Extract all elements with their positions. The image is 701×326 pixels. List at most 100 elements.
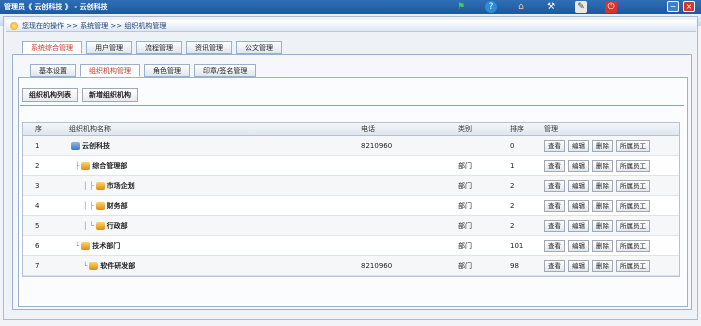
employees-button[interactable]: 所属员工 xyxy=(616,259,650,272)
row-actions: 查看 编辑 删除 所属员工 xyxy=(544,176,650,195)
view-button[interactable]: 查看 xyxy=(544,219,565,232)
window-title: 管理员《 云创科技 》 - 云创科技 xyxy=(4,3,108,11)
view-button[interactable]: 查看 xyxy=(544,179,565,192)
delete-button[interactable]: 删除 xyxy=(592,239,613,252)
org-name: 行政部 xyxy=(106,221,128,230)
row-type: 部门 xyxy=(458,241,472,250)
row-name-cell: │ ├ 财务部 xyxy=(69,196,128,215)
delete-button[interactable]: 删除 xyxy=(592,219,613,232)
edit-button[interactable]: 编辑 xyxy=(568,199,589,212)
department-icon xyxy=(81,161,91,170)
company-icon xyxy=(71,141,80,150)
view-button[interactable]: 查看 xyxy=(544,259,565,272)
row-actions: 查看 编辑 删除 所属员工 xyxy=(544,156,650,175)
tools-icon[interactable]: ⚒ xyxy=(545,1,557,13)
employees-button[interactable]: 所属员工 xyxy=(616,179,650,192)
tab-documents[interactable]: 公文管理 xyxy=(236,41,282,54)
employees-button[interactable]: 所属员工 xyxy=(616,159,650,172)
employees-button[interactable]: 所属员工 xyxy=(616,219,650,232)
row-no: 3 xyxy=(35,181,40,190)
org-name: 财务部 xyxy=(106,201,128,210)
table-row: 5 │ └ 行政部 部门 2 查看 编辑 删除 所属员工 xyxy=(23,216,679,236)
row-no: 6 xyxy=(35,241,40,250)
header-name: 组织机构名称 xyxy=(69,125,111,133)
tree-connector: └ xyxy=(75,241,80,250)
location-icon xyxy=(10,21,18,30)
edit-button[interactable]: 编辑 xyxy=(568,259,589,272)
delete-button[interactable]: 删除 xyxy=(592,159,613,172)
row-type: 部门 xyxy=(458,261,472,270)
tab-news[interactable]: 资讯管理 xyxy=(186,41,232,54)
help-icon[interactable]: ? xyxy=(485,1,497,13)
divider xyxy=(20,105,684,106)
org-name: 技术部门 xyxy=(92,241,121,250)
header-manage: 管理 xyxy=(544,125,558,133)
tab-basic-settings[interactable]: 基本设置 xyxy=(30,64,76,77)
delete-button[interactable]: 删除 xyxy=(592,259,613,272)
header-no: 序 xyxy=(35,125,42,133)
view-button[interactable]: 查看 xyxy=(544,139,565,152)
close-icon[interactable]: × xyxy=(683,1,695,12)
breadcrumb-text: 您现在的操作 >> 系统管理 >> 组织机构管理 xyxy=(22,21,167,30)
home-icon[interactable]: ⌂ xyxy=(515,1,527,13)
row-sort: 1 xyxy=(510,161,515,170)
tab-seal-management[interactable]: 印章/签名管理 xyxy=(194,64,257,77)
department-icon xyxy=(95,181,105,190)
employees-button[interactable]: 所属员工 xyxy=(616,239,650,252)
edit-button[interactable]: 编辑 xyxy=(568,239,589,252)
flag-icon[interactable]: ⚑ xyxy=(455,1,467,13)
main-tabs: 系统综合管理 用户管理 流程管理 资讯管理 公文管理 xyxy=(22,41,282,54)
action-bar: 组织机构列表 新增组织机构 xyxy=(22,88,138,102)
row-type: 部门 xyxy=(458,161,472,170)
tab-role-management[interactable]: 角色管理 xyxy=(144,64,190,77)
table-row: 4 │ ├ 财务部 部门 2 查看 编辑 删除 所属员工 xyxy=(23,196,679,216)
org-table: 序 组织机构名称 电话 类别 排序 管理 1 云创科技 8210960 0 查看 编辑 删除… xyxy=(22,122,680,277)
edit-icon[interactable]: ✎ xyxy=(575,1,587,13)
row-no: 1 xyxy=(35,141,40,150)
tab-workflow[interactable]: 流程管理 xyxy=(136,41,182,54)
department-icon xyxy=(95,221,105,230)
row-sort: 2 xyxy=(510,181,515,190)
tree-connector: │ ├ xyxy=(83,181,94,190)
tab-org-management[interactable]: 组织机构管理 xyxy=(80,64,140,77)
row-type: 部门 xyxy=(458,201,472,210)
edit-button[interactable]: 编辑 xyxy=(568,139,589,152)
org-name: 云创科技 xyxy=(82,141,110,150)
delete-button[interactable]: 删除 xyxy=(592,139,613,152)
view-button[interactable]: 查看 xyxy=(544,239,565,252)
tab-users[interactable]: 用户管理 xyxy=(86,41,132,54)
row-sort: 2 xyxy=(510,201,515,210)
table-row: 7 └ 软件研发部 8210960 部门 98 查看 编辑 删除 所属员工 xyxy=(23,256,679,276)
minimize-icon[interactable]: − xyxy=(667,1,679,12)
row-no: 2 xyxy=(35,161,40,170)
edit-button[interactable]: 编辑 xyxy=(568,219,589,232)
tab-system[interactable]: 系统综合管理 xyxy=(22,41,82,54)
row-actions: 查看 编辑 删除 所属员工 xyxy=(544,216,650,235)
employees-button[interactable]: 所属员工 xyxy=(616,199,650,212)
row-actions: 查看 编辑 删除 所属员工 xyxy=(544,236,650,255)
delete-button[interactable]: 删除 xyxy=(592,199,613,212)
edit-button[interactable]: 编辑 xyxy=(568,159,589,172)
org-list-button[interactable]: 组织机构列表 xyxy=(22,88,78,102)
row-type: 部门 xyxy=(458,181,472,190)
delete-button[interactable]: 删除 xyxy=(592,179,613,192)
row-name-cell: └ 技术部门 xyxy=(69,236,120,255)
row-actions: 查看 编辑 删除 所属员工 xyxy=(544,256,650,275)
row-actions: 查看 编辑 删除 所属员工 xyxy=(544,136,650,155)
tree-connector: └ xyxy=(83,261,88,270)
header-sort: 排序 xyxy=(510,125,524,133)
view-button[interactable]: 查看 xyxy=(544,199,565,212)
view-button[interactable]: 查看 xyxy=(544,159,565,172)
add-org-button[interactable]: 新增组织机构 xyxy=(82,88,138,102)
title-bar: 管理员《 云创科技 》 - 云创科技 ⚑ ? ⌂ ⚒ ✎ ⏻ − × xyxy=(0,0,701,14)
row-no: 4 xyxy=(35,201,40,210)
employees-button[interactable]: 所属员工 xyxy=(616,139,650,152)
row-phone: 8210960 xyxy=(361,261,393,270)
edit-button[interactable]: 编辑 xyxy=(568,179,589,192)
row-type: 部门 xyxy=(458,221,472,230)
header-phone: 电话 xyxy=(361,125,375,133)
sub-tabs: 基本设置 组织机构管理 角色管理 印章/签名管理 xyxy=(30,64,257,77)
exit-icon[interactable]: ⏻ xyxy=(605,1,617,13)
table-row: 6 └ 技术部门 部门 101 查看 编辑 删除 所属员工 xyxy=(23,236,679,256)
department-icon xyxy=(89,261,99,270)
